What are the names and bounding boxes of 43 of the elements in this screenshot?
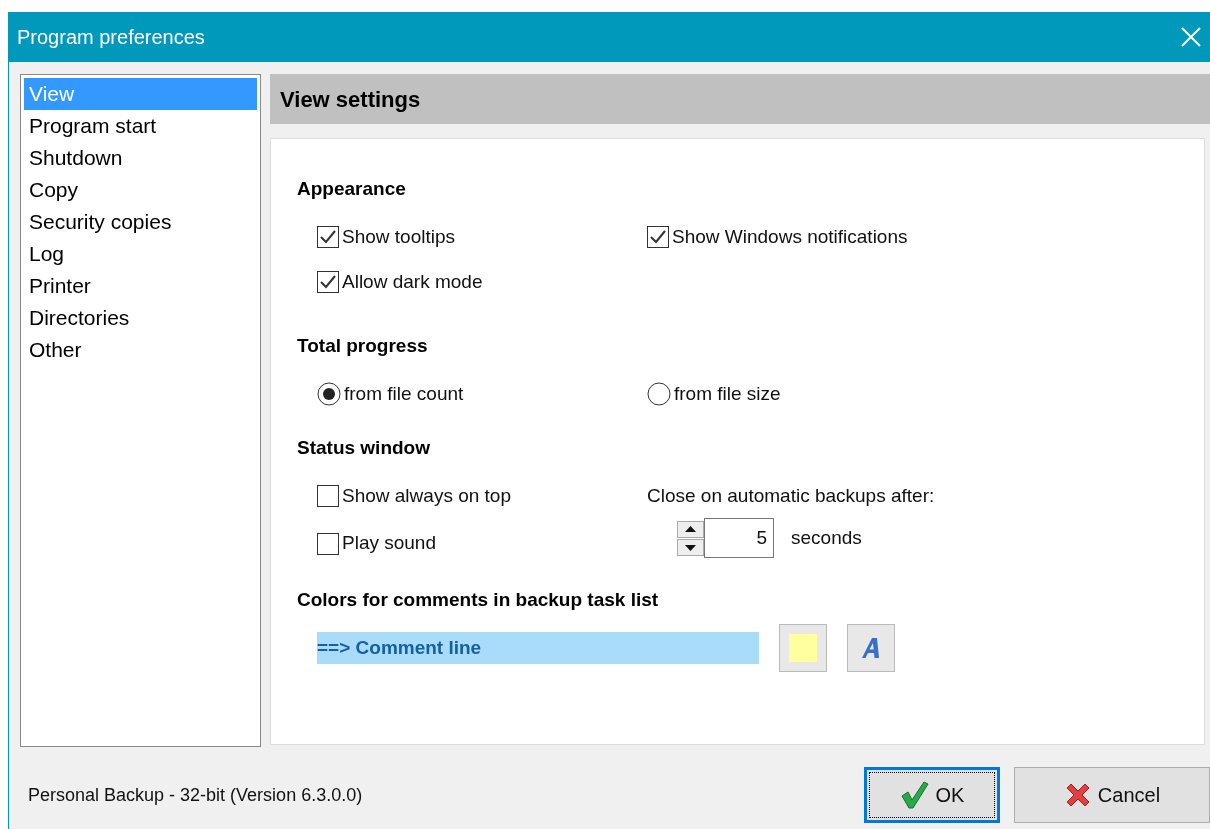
checkbox[interactable] <box>647 226 669 248</box>
section-title: Colors for comments in backup task list <box>297 588 660 612</box>
checkbox-label[interactable]: Show Windows notifications <box>672 222 908 252</box>
category-item[interactable]: Shutdown <box>24 142 257 174</box>
header-title: View settings <box>280 85 421 114</box>
checkbox-label[interactable]: Allow dark mode <box>342 267 483 297</box>
radio-button[interactable] <box>647 382 671 406</box>
category-item[interactable]: Copy <box>24 174 257 206</box>
version-text: Personal Backup - 32-bit (Version 6.3.0.0) <box>28 783 363 807</box>
spin-down-button[interactable] <box>677 538 704 556</box>
radio-label[interactable]: from file size <box>674 379 781 409</box>
color-swatch-icon <box>789 634 817 662</box>
checkbox[interactable] <box>317 485 339 507</box>
color-button[interactable] <box>779 624 827 672</box>
category-item[interactable]: Directories <box>24 302 257 334</box>
comment-preview: ==> Comment line <box>317 632 759 664</box>
category-item[interactable]: Other <box>24 334 257 366</box>
section-title: Total progress <box>297 334 429 358</box>
checkbox[interactable] <box>317 532 339 555</box>
category-item[interactable]: Program start <box>24 110 257 142</box>
category-item[interactable]: Security copies <box>24 206 257 238</box>
radio-label[interactable]: from file count <box>344 379 464 409</box>
checkbox-label[interactable]: Show always on top <box>342 481 511 511</box>
unit-label: seconds <box>791 525 862 550</box>
checkbox-label[interactable]: Play sound <box>342 529 436 558</box>
font-button[interactable] <box>847 624 895 672</box>
font-letter-icon <box>860 636 882 660</box>
radio-button[interactable] <box>317 382 341 406</box>
checkmark-icon <box>899 780 930 810</box>
spin-up-button[interactable] <box>677 520 704 538</box>
close-icon[interactable] <box>1180 26 1202 48</box>
checkbox-label[interactable]: Show tooltips <box>342 222 455 252</box>
checkbox[interactable] <box>317 226 339 248</box>
spin-label: Close on automatic backups after: <box>647 484 936 508</box>
window-title: Program preferences <box>17 25 205 50</box>
category-item[interactable]: Printer <box>24 270 257 302</box>
ok-button[interactable]: OK <box>864 767 1000 823</box>
cancel-button[interactable]: Cancel <box>1014 767 1210 823</box>
checkbox[interactable] <box>317 271 339 293</box>
section-title: Status window <box>297 436 431 460</box>
number-field[interactable]: 5 <box>704 518 774 558</box>
section-title: Appearance <box>297 177 407 201</box>
category-item[interactable]: Log <box>24 238 257 270</box>
